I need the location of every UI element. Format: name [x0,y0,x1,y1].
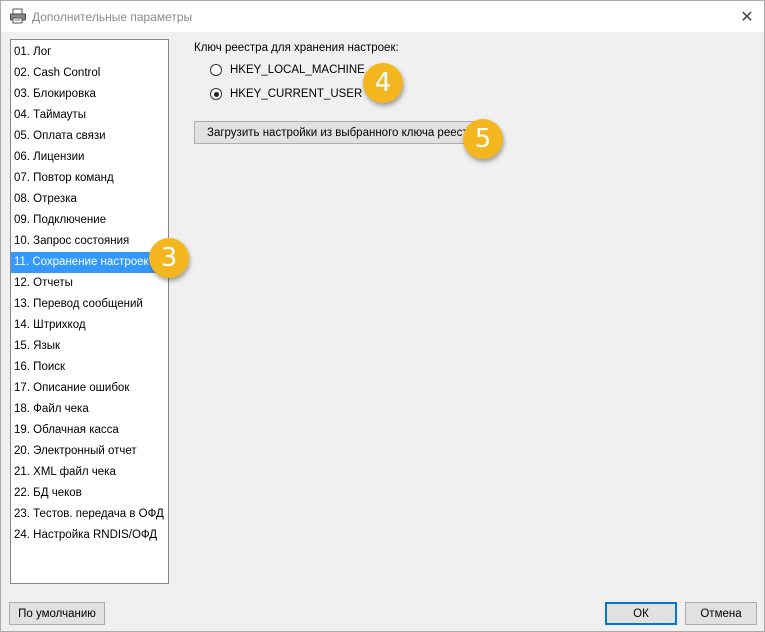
list-item[interactable]: 15. Язык [11,336,168,357]
list-item[interactable]: 02. Cash Control [11,63,168,84]
step-badge-4: 4 [363,63,403,103]
window-title: Дополнительные параметры [32,10,193,24]
list-item[interactable]: 07. Повтор команд [11,168,168,189]
list-item[interactable]: 01. Лог [11,42,168,63]
radio-label: HKEY_LOCAL_MACHINE [230,64,365,76]
list-item[interactable]: 05. Оплата связи [11,126,168,147]
step-badge-5: 5 [463,119,503,159]
defaults-button[interactable]: По умолчанию [9,602,105,625]
list-item[interactable]: 13. Перевод сообщений [11,294,168,315]
list-item[interactable]: 22. БД чеков [11,483,168,504]
printer-icon [9,8,27,24]
list-item[interactable]: 17. Описание ошибок [11,378,168,399]
radio-hkey-current-user[interactable]: HKEY_CURRENT_USER [210,88,362,100]
list-item[interactable]: 06. Лицензии [11,147,168,168]
load-settings-button[interactable]: Загрузить настройки из выбранного ключа … [194,121,486,144]
list-item[interactable]: 14. Штрихкод [11,315,168,336]
radio-label: HKEY_CURRENT_USER [230,88,363,100]
list-item[interactable]: 08. Отрезка [11,189,168,210]
list-item[interactable]: 12. Отчеты [11,273,168,294]
list-item[interactable]: 11. Сохранение настроек [11,252,168,273]
radio-button[interactable] [210,88,222,100]
list-item[interactable]: 03. Блокировка [11,84,168,105]
list-item[interactable]: 20. Электронный отчет [11,441,168,462]
list-item[interactable]: 19. Облачная касса [11,420,168,441]
title-bar: Дополнительные параметры ✕ [1,1,764,32]
cancel-button[interactable]: Отмена [685,602,757,625]
list-item[interactable]: 10. Запрос состояния [11,231,168,252]
close-button[interactable]: ✕ [730,1,764,32]
step-badge-3: 3 [149,238,189,278]
dialog-window: Дополнительные параметры ✕ 01. Лог 02. Ca… [0,0,765,632]
close-icon: ✕ [740,8,754,26]
list-item[interactable]: 21. XML файл чека [11,462,168,483]
ok-button[interactable]: ОК [605,602,677,625]
list-item[interactable]: 09. Подключение [11,210,168,231]
list-item[interactable]: 16. Поиск [11,357,168,378]
settings-category-list[interactable]: 01. Лог 02. Cash Control 03. Блокировка 04.… [10,39,169,584]
list-item[interactable]: 24. Настройка RNDIS/ОФД [11,525,168,546]
list-item[interactable]: 04. Таймауты [11,105,168,126]
radio-button[interactable] [210,64,222,76]
list-item[interactable]: 18. Файл чека [11,399,168,420]
registry-key-label: Ключ реестра для хранения настроек: [194,42,399,54]
list-item[interactable]: 23. Тестов. передача в ОФД [11,504,168,525]
radio-hkey-local-machine[interactable]: HKEY_LOCAL_MACHINE [210,64,365,76]
